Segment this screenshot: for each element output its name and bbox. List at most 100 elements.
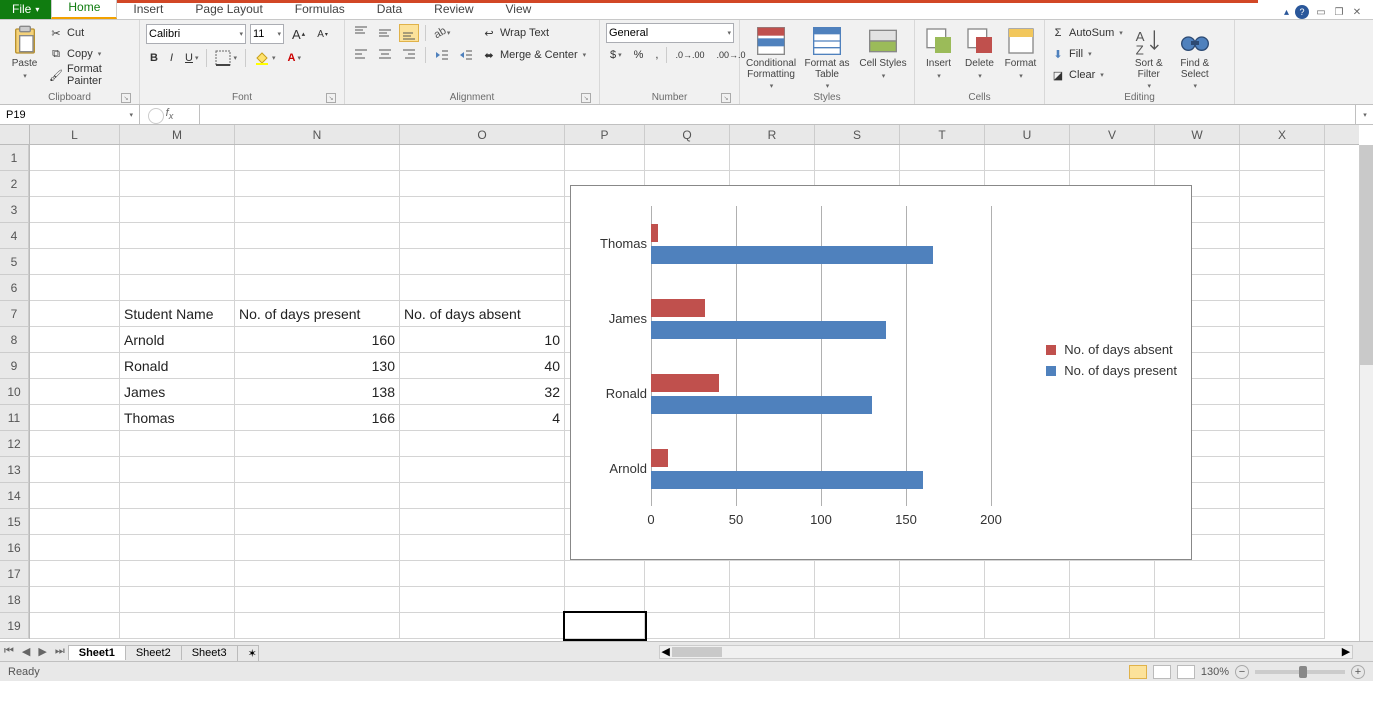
align-left-button[interactable] [351,46,371,64]
sheet-tab-3[interactable]: Sheet3 [181,645,238,660]
row-header[interactable]: 18 [0,587,29,613]
tab-review[interactable]: Review [418,0,489,19]
font-size-select[interactable]: 11▾ [250,24,284,44]
col-header[interactable]: V [1070,125,1155,144]
tab-view[interactable]: View [490,0,548,19]
italic-button[interactable]: I [166,50,177,66]
row-header[interactable]: 12 [0,431,29,457]
sort-filter-button[interactable]: AZSort & Filter▾ [1129,23,1169,90]
minimize-ribbon-icon[interactable]: ▭ [1315,6,1327,18]
row-headers[interactable]: 12345678910111213141516171819 [0,145,30,639]
format-as-table-button[interactable]: Format as Table▾ [802,23,852,90]
copy-button[interactable]: ⧉Copy▾ [49,44,133,64]
col-header[interactable]: O [400,125,565,144]
sheet-tab-new[interactable]: ✶ [237,645,259,661]
wrap-text-button[interactable]: ↩Wrap Text [482,23,586,43]
view-page-break-button[interactable] [1177,665,1195,679]
orientation-button[interactable]: ab▾ [432,24,452,42]
dialog-launcher-icon[interactable]: ↘ [326,93,336,103]
col-header[interactable]: T [900,125,985,144]
restore-icon[interactable]: ❐ [1333,6,1345,18]
clear-button[interactable]: ◪Clear▾ [1051,65,1123,85]
align-bottom-button[interactable] [399,24,419,42]
accounting-format-button[interactable]: $▾ [606,47,626,63]
tab-insert[interactable]: Insert [117,0,179,19]
merge-center-button[interactable]: ⬌Merge & Center▾ [482,45,586,65]
format-cells-button[interactable]: Format▾ [1003,23,1038,80]
row-header[interactable]: 14 [0,483,29,509]
row-header[interactable]: 19 [0,613,29,639]
dialog-launcher-icon[interactable]: ↘ [721,93,731,103]
tab-formulas[interactable]: Formulas [279,0,361,19]
row-header[interactable]: 13 [0,457,29,483]
view-page-layout-button[interactable] [1153,665,1171,679]
col-header[interactable]: N [235,125,400,144]
row-header[interactable]: 16 [0,535,29,561]
row-header[interactable]: 1 [0,145,29,171]
col-header[interactable]: L [30,125,120,144]
row-header[interactable]: 15 [0,509,29,535]
cut-button[interactable]: ✂Cut [49,23,133,43]
tab-file[interactable]: File▾ [0,0,51,19]
zoom-slider[interactable] [1255,670,1345,674]
insert-cells-button[interactable]: Insert▾ [921,23,956,80]
col-header[interactable]: M [120,125,235,144]
row-header[interactable]: 10 [0,379,29,405]
fill-color-button[interactable]: ▾ [250,48,280,68]
row-header[interactable]: 7 [0,301,29,327]
underline-button[interactable]: U▾ [181,50,202,66]
row-header[interactable]: 6 [0,275,29,301]
row-header[interactable]: 2 [0,171,29,197]
close-icon[interactable]: ✕ [1351,6,1363,18]
zoom-out-button[interactable]: − [1235,665,1249,679]
col-header[interactable]: S [815,125,900,144]
zoom-in-button[interactable]: + [1351,665,1365,679]
horizontal-scrollbar[interactable]: ◀▶ [659,645,1353,659]
format-painter-button[interactable]: 🖌Format Painter [49,65,133,85]
tab-page-layout[interactable]: Page Layout [179,0,278,19]
sheet-nav-last[interactable]: ⏭ [51,645,69,658]
find-select-button[interactable]: Find & Select▾ [1175,23,1215,90]
row-header[interactable]: 4 [0,223,29,249]
font-name-select[interactable]: Calibri▾ [146,24,246,44]
align-top-button[interactable] [351,24,371,42]
paste-button[interactable]: Paste ▾ [6,23,43,80]
sheet-nav-first[interactable]: ⏮ [0,645,18,658]
fx-icon[interactable]: fx [140,105,200,124]
col-header[interactable]: R [730,125,815,144]
caret-up-icon[interactable]: ▴ [1284,7,1289,18]
row-header[interactable]: 17 [0,561,29,587]
row-header[interactable]: 8 [0,327,29,353]
delete-cells-button[interactable]: Delete▾ [962,23,997,80]
col-header[interactable]: W [1155,125,1240,144]
grow-font-button[interactable]: A▴ [288,25,309,44]
align-right-button[interactable] [399,46,419,64]
dialog-launcher-icon[interactable]: ↘ [121,93,131,103]
autosum-button[interactable]: ΣAutoSum▾ [1051,23,1123,43]
row-header[interactable]: 3 [0,197,29,223]
cell-styles-button[interactable]: Cell Styles▾ [858,23,908,80]
row-header[interactable]: 5 [0,249,29,275]
comma-format-button[interactable]: , [651,47,662,63]
view-normal-button[interactable] [1129,665,1147,679]
row-header[interactable]: 9 [0,353,29,379]
dialog-launcher-icon[interactable]: ↘ [581,93,591,103]
font-color-button[interactable]: A▾ [284,50,305,66]
tab-data[interactable]: Data [361,0,418,19]
decrease-indent-button[interactable] [432,46,452,64]
number-format-select[interactable]: General▾ [606,23,734,43]
formula-bar-input[interactable] [200,105,1355,124]
bold-button[interactable]: B [146,50,162,66]
name-box[interactable]: P19▾ [0,105,140,124]
col-header[interactable]: Q [645,125,730,144]
shrink-font-button[interactable]: A▾ [313,27,332,42]
col-header[interactable]: X [1240,125,1325,144]
sheet-nav-prev[interactable]: ◀ [18,645,34,658]
align-middle-button[interactable] [375,24,395,42]
select-all-corner[interactable] [0,125,30,145]
sheet-tab-2[interactable]: Sheet2 [125,645,182,660]
percent-format-button[interactable]: % [630,47,648,63]
sheet-nav-next[interactable]: ▶ [34,645,50,658]
tab-home[interactable]: Home [51,0,117,19]
help-icon[interactable]: ? [1295,5,1309,19]
